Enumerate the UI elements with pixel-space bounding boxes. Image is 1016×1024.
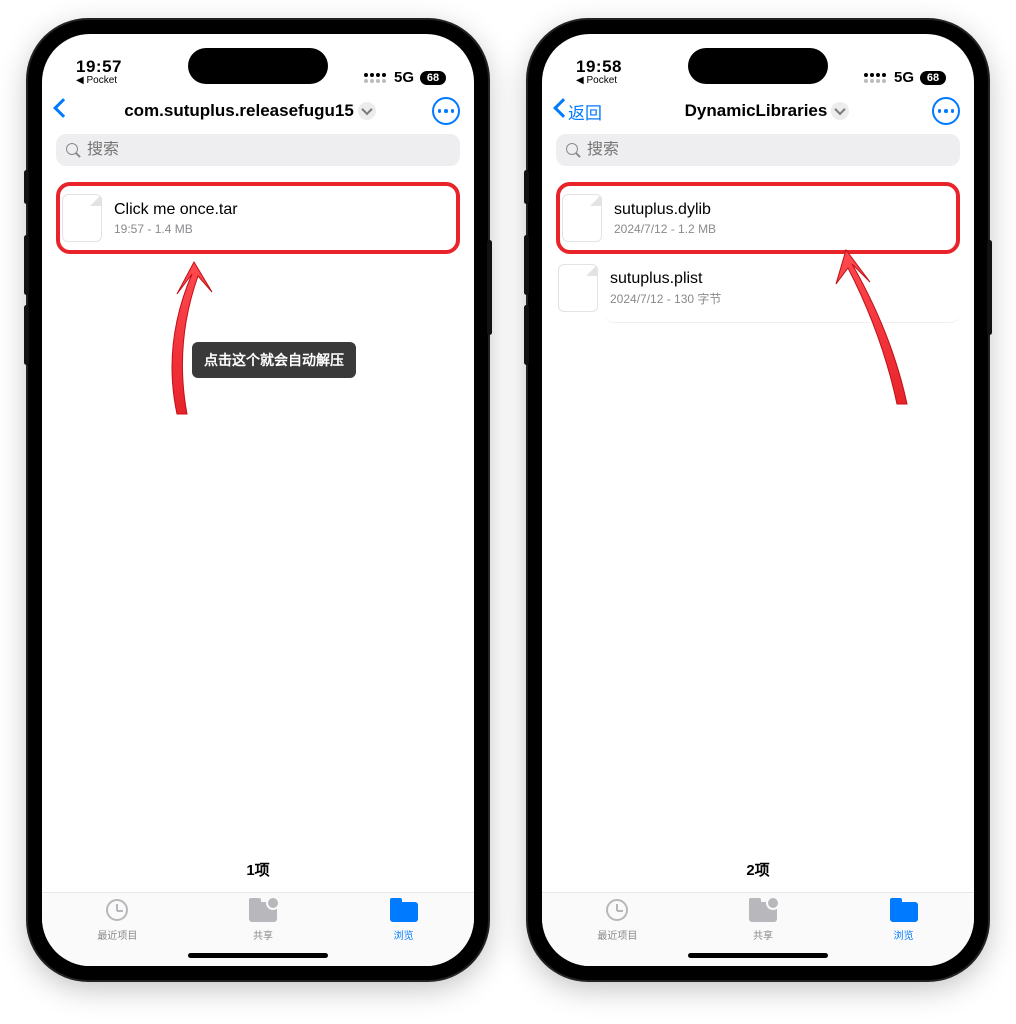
file-icon	[62, 194, 102, 242]
search-bar[interactable]	[556, 134, 960, 166]
nav-title-button[interactable]: DynamicLibraries	[685, 101, 850, 121]
chevron-left-icon	[52, 101, 66, 121]
signal-icon	[864, 73, 886, 83]
file-row[interactable]: Click me once.tar 19:57 - 1.4 MB	[56, 182, 460, 254]
nav-bar: com.sutuplus.releasefugu15	[42, 92, 474, 132]
file-name: sutuplus.dylib	[614, 200, 716, 219]
search-icon	[66, 143, 81, 158]
tab-browse[interactable]: 浏览	[389, 899, 419, 942]
tab-label: 浏览	[894, 927, 914, 942]
clock-icon	[606, 899, 628, 921]
annotation-tooltip: 点击这个就会自动解压	[192, 342, 356, 378]
folder-share-icon	[249, 902, 277, 922]
page-title: DynamicLibraries	[685, 101, 828, 121]
item-count: 2项	[542, 847, 974, 892]
network-label: 5G	[394, 69, 414, 86]
status-back-app[interactable]: ◀ Pocket	[76, 76, 122, 87]
dynamic-island	[188, 48, 328, 84]
back-label: 返回	[568, 99, 602, 124]
tab-recent[interactable]: 最近项目	[97, 899, 137, 942]
item-count: 1项	[42, 847, 474, 892]
page-title: com.sutuplus.releasefugu15	[124, 101, 354, 121]
chevron-left-icon	[552, 101, 566, 121]
status-back-app[interactable]: ◀ Pocket	[576, 76, 622, 87]
phone-mockup-left: 19:57 ◀ Pocket 5G 68 com.sutuplus.releas…	[28, 20, 488, 980]
file-name: sutuplus.plist	[610, 269, 721, 288]
search-icon	[566, 143, 581, 158]
search-input[interactable]	[87, 141, 450, 159]
nav-bar: 返回 DynamicLibraries	[542, 92, 974, 132]
folder-share-icon	[749, 902, 777, 922]
tab-share[interactable]: 共享	[248, 899, 278, 942]
tab-label: 共享	[253, 927, 273, 942]
tab-label: 共享	[753, 927, 773, 942]
status-time: 19:58	[576, 58, 622, 76]
chevron-down-icon	[831, 102, 849, 120]
home-indicator[interactable]	[188, 953, 328, 958]
clock-icon	[106, 899, 128, 921]
more-button[interactable]	[432, 97, 460, 125]
folder-icon	[390, 902, 418, 922]
search-input[interactable]	[587, 141, 950, 159]
search-bar[interactable]	[56, 134, 460, 166]
file-meta: 19:57 - 1.4 MB	[114, 222, 238, 236]
back-button[interactable]	[52, 101, 68, 121]
back-button[interactable]: 返回	[552, 99, 602, 124]
network-label: 5G	[894, 69, 914, 86]
tab-recent[interactable]: 最近项目	[597, 899, 637, 942]
phone-mockup-right: 19:58 ◀ Pocket 5G 68 返回 DynamicLibraries	[528, 20, 988, 980]
file-list: Click me once.tar 19:57 - 1.4 MB 点击这个就会自…	[42, 174, 474, 847]
tab-browse[interactable]: 浏览	[889, 899, 919, 942]
tab-share[interactable]: 共享	[748, 899, 778, 942]
file-meta: 2024/7/12 - 130 字节	[610, 290, 721, 307]
signal-icon	[364, 73, 386, 83]
nav-title-button[interactable]: com.sutuplus.releasefugu15	[124, 101, 376, 121]
file-meta: 2024/7/12 - 1.2 MB	[614, 222, 716, 236]
file-name: Click me once.tar	[114, 200, 238, 219]
file-row[interactable]: sutuplus.plist 2024/7/12 - 130 字节	[604, 254, 960, 323]
file-row[interactable]: sutuplus.dylib 2024/7/12 - 1.2 MB	[556, 182, 960, 254]
status-time: 19:57	[76, 58, 122, 76]
folder-icon	[890, 902, 918, 922]
tab-label: 最近项目	[597, 927, 637, 942]
tab-label: 浏览	[394, 927, 414, 942]
dynamic-island	[688, 48, 828, 84]
battery-icon: 68	[420, 71, 446, 85]
file-list: sutuplus.dylib 2024/7/12 - 1.2 MB sutupl…	[542, 174, 974, 847]
battery-icon: 68	[920, 71, 946, 85]
home-indicator[interactable]	[688, 953, 828, 958]
tab-label: 最近项目	[97, 927, 137, 942]
annotation-arrow	[132, 244, 242, 424]
chevron-down-icon	[358, 102, 376, 120]
file-icon	[562, 194, 602, 242]
more-button[interactable]	[932, 97, 960, 125]
file-icon	[558, 264, 598, 312]
